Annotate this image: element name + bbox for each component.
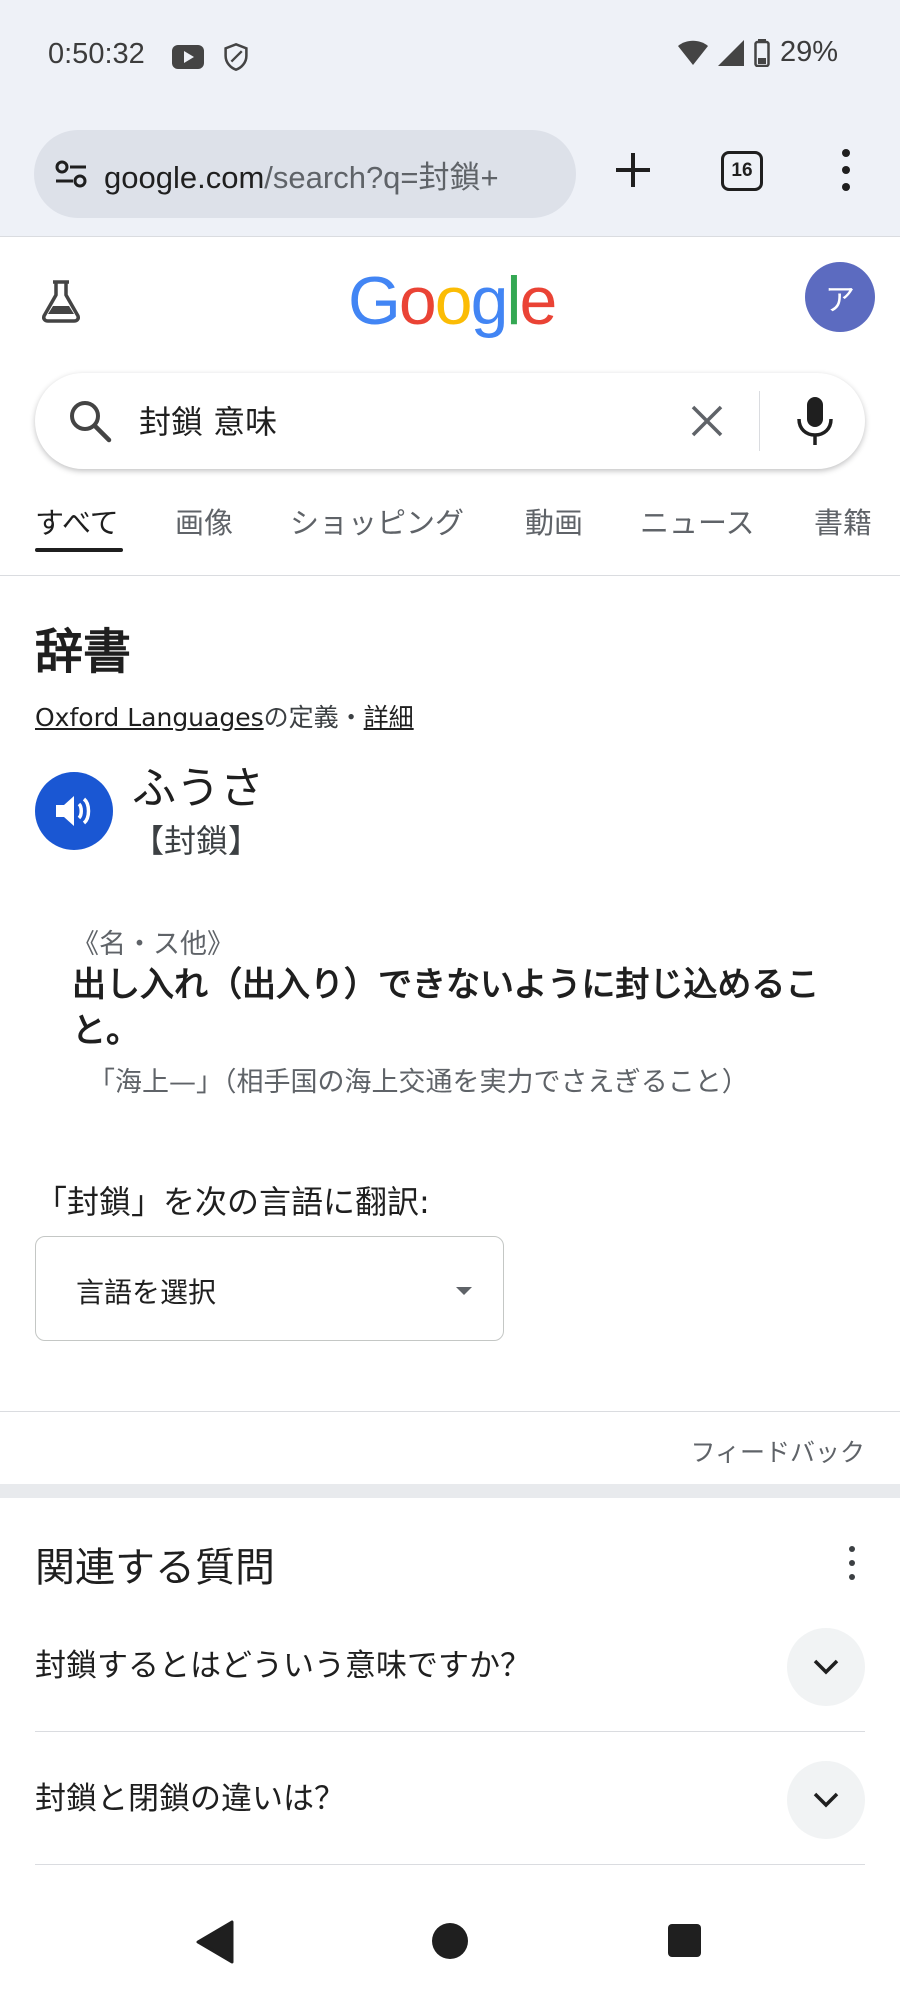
expand-button[interactable]	[787, 1761, 865, 1839]
expand-button[interactable]	[787, 1628, 865, 1706]
account-avatar[interactable]: ア	[805, 262, 875, 332]
related-question-text: 封鎖するとはどういう意味ですか？	[35, 1648, 531, 1684]
dictionary-title: 辞書	[35, 624, 132, 680]
divider	[0, 1411, 900, 1412]
microphone-icon[interactable]	[793, 395, 837, 447]
caret-down-icon	[456, 1287, 472, 1295]
google-logo[interactable]: Google	[348, 262, 558, 340]
system-navigation-bar	[0, 1880, 900, 2000]
dictionary-source: Oxford Languagesの定義・詳細	[35, 698, 414, 734]
pronunciation-button[interactable]	[35, 772, 113, 850]
status-bar: 0:50:32 29%	[0, 0, 900, 115]
tab-news[interactable]: ニュース	[640, 500, 755, 542]
speaker-icon	[56, 796, 91, 826]
search-tabs: すべて 画像 ショッピング 動画 ニュース 書籍	[0, 490, 900, 576]
status-indicators: 29%	[677, 36, 838, 69]
active-tab-indicator	[35, 548, 123, 552]
section-separator	[0, 1484, 900, 1498]
chevron-down-icon	[813, 1792, 839, 1808]
tab-all[interactable]: すべて	[35, 500, 119, 542]
site-settings-icon[interactable]	[52, 154, 92, 194]
browser-menu-button[interactable]	[834, 145, 858, 195]
search-input[interactable]	[139, 395, 589, 445]
search-box	[35, 373, 865, 469]
related-question-row[interactable]: 封鎖するとはどういう意味ですか？	[35, 1600, 865, 1732]
status-time: 0:50:32	[48, 38, 145, 70]
logo-letter: e	[519, 263, 558, 339]
definition-text: 出し入れ（出入り）できないように封じ込めること。	[72, 965, 820, 1051]
related-question-text: 封鎖と閉鎖の違いは？	[35, 1781, 345, 1817]
url-host: google.com	[104, 159, 265, 195]
translate-label: 「封鎖」を次の言語に翻訳:	[35, 1183, 430, 1221]
oxford-languages-link[interactable]: Oxford Languages	[35, 703, 264, 732]
tab-books[interactable]: 書籍	[814, 500, 872, 542]
more-options-icon[interactable]	[846, 1546, 858, 1580]
example-text: 「海上—」（相手国の海上交通を実力でさえぎること）	[88, 1067, 749, 1098]
search-icon	[70, 401, 112, 443]
part-of-speech: 《名・ス他》	[72, 929, 234, 960]
signal-icon	[717, 39, 744, 66]
feedback-link[interactable]: フィードバック	[690, 1433, 865, 1469]
related-questions-title: 関連する質問	[35, 1545, 275, 1591]
url-text[interactable]: google.com/search?q=封鎖+	[104, 152, 499, 197]
home-icon[interactable]	[432, 1923, 468, 1959]
language-select[interactable]: 言語を選択	[35, 1236, 504, 1341]
logo-letter: l	[506, 263, 521, 339]
clear-icon[interactable]	[687, 401, 727, 441]
language-select-value: 言語を選択	[76, 1276, 217, 1309]
chevron-down-icon	[813, 1659, 839, 1675]
tab-images[interactable]: 画像	[175, 500, 233, 542]
details-link[interactable]: 詳細	[364, 703, 414, 732]
tab-shopping[interactable]: ショッピング	[290, 500, 464, 542]
recents-icon[interactable]	[668, 1924, 701, 1957]
url-path: /search?q=封鎖+	[264, 159, 499, 195]
labs-flask-icon[interactable]	[38, 278, 84, 324]
source-suffix: の定義・	[263, 703, 364, 732]
search-divider	[759, 391, 760, 451]
new-tab-button[interactable]	[608, 145, 658, 195]
back-icon[interactable]	[196, 1920, 236, 1964]
battery-percent: 29%	[779, 36, 838, 68]
battery-icon	[754, 38, 770, 67]
youtube-icon	[172, 45, 204, 69]
browser-toolbar: google.com/search?q=封鎖+ 16	[0, 115, 900, 237]
logo-letter: o	[398, 263, 437, 339]
address-bar[interactable]: google.com/search?q=封鎖+	[34, 130, 576, 218]
logo-letter: G	[348, 263, 401, 339]
wifi-icon	[677, 40, 708, 65]
tab-switcher-button[interactable]: 16	[721, 151, 763, 191]
word-kanji: 【封鎖】	[132, 822, 261, 860]
shield-icon	[224, 42, 248, 72]
related-question-row[interactable]: 封鎖と閉鎖の違いは？	[35, 1733, 865, 1865]
word-reading: ふうさ	[132, 763, 264, 814]
logo-letter: o	[434, 263, 473, 339]
logo-letter: g	[470, 263, 509, 339]
tab-videos[interactable]: 動画	[525, 500, 583, 542]
